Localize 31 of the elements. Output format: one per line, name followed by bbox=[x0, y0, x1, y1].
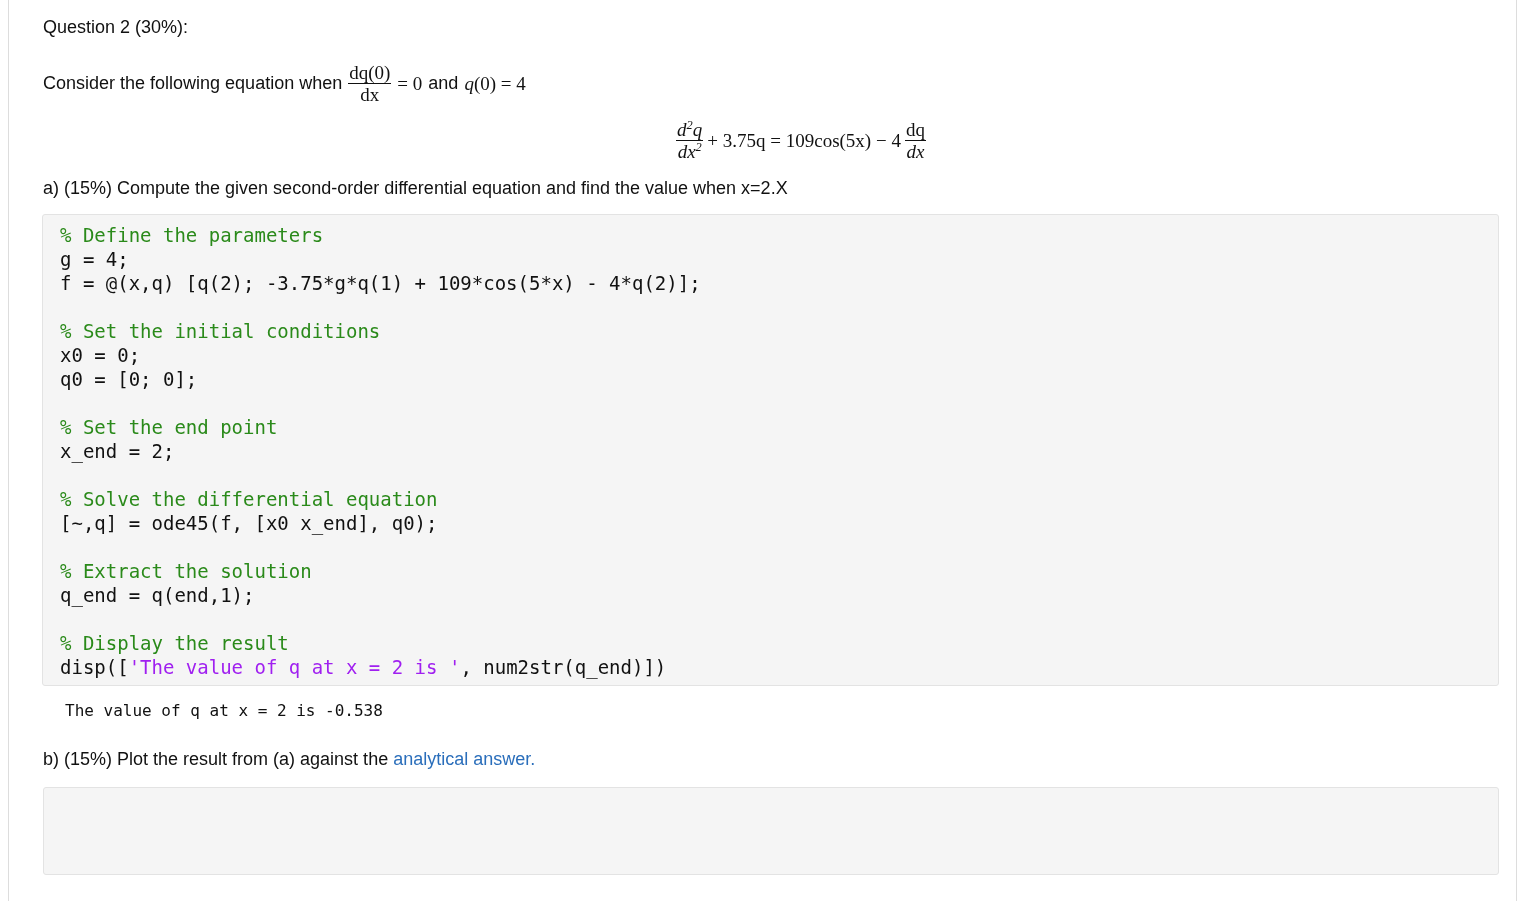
code-comment: % Extract the solution bbox=[60, 559, 313, 583]
math-expression: = 0 bbox=[397, 72, 423, 95]
code-comment: % Set the initial conditions bbox=[60, 319, 382, 343]
code-line: q_end = q(end,1); bbox=[60, 583, 256, 607]
fraction-denominator: dx bbox=[359, 84, 381, 105]
question-prompt: a) (15%) Compute the given second-order differential equation and find the value when x=2.X bbox=[43, 177, 789, 200]
fraction-numerator: dq bbox=[904, 119, 926, 141]
math-expression: q(0) = 4 bbox=[464, 72, 526, 95]
code-comment: % Define the parameters bbox=[60, 223, 325, 247]
code-comment: % Set the end point bbox=[60, 415, 279, 439]
fraction-numerator: dq(0) bbox=[348, 62, 392, 84]
question-title: Question 2 (30%): bbox=[43, 16, 190, 39]
intro-text: Consider the following equation when bbox=[43, 73, 343, 94]
question-prompt: b) (15%) Plot the result from (a) against the bbox=[43, 748, 389, 771]
code-line: g = 4; bbox=[60, 247, 130, 271]
code-line: f = @(x,q) [q(2); -3.75*g*q(1) + 109*cos(5*x) - 4*q(2)]; bbox=[60, 271, 702, 295]
fraction-numerator: d$^{2}$q bbox=[676, 119, 704, 141]
code-line: disp(['The value of q at x = 2 is ', num2str(q_end)]) bbox=[60, 655, 668, 679]
fraction-denominator: dx$^{2}$ bbox=[676, 141, 703, 162]
code-output: The value of q at x = 2 is -0.538 bbox=[65, 701, 384, 721]
math-expression: + 3.75q = 109cos(5x) − 4 bbox=[707, 129, 901, 152]
analytical-answer-link[interactable]: analytical answer. bbox=[393, 747, 536, 771]
code-line: q0 = [0; 0]; bbox=[60, 367, 199, 391]
code-comment: % Display the result bbox=[60, 631, 290, 655]
code-line: x_end = 2; bbox=[60, 439, 176, 463]
fraction-denominator: dx bbox=[905, 141, 926, 162]
code-line: [~,q] = ode45(f, [x0 x_end], q0); bbox=[60, 511, 439, 535]
joiner-text: and bbox=[428, 73, 459, 94]
answer-box[interactable] bbox=[43, 787, 1499, 875]
code-line: x0 = 0; bbox=[60, 343, 142, 367]
code-comment: % Solve the differential equation bbox=[60, 487, 439, 511]
